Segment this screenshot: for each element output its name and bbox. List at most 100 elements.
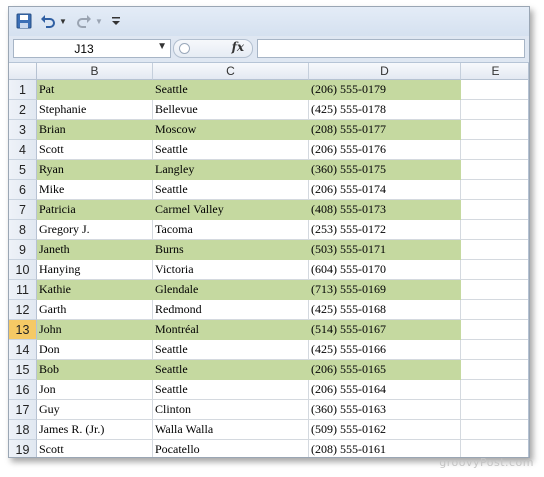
cell-c[interactable]: Glendale (153, 280, 309, 300)
cell-b[interactable]: Don (37, 340, 153, 360)
cell-c[interactable]: Redmond (153, 300, 309, 320)
cell-e[interactable] (461, 320, 529, 340)
cell-c[interactable]: Carmel Valley (153, 200, 309, 220)
row-header[interactable]: 3 (9, 120, 37, 140)
row-header[interactable]: 2 (9, 100, 37, 120)
cell-e[interactable] (461, 360, 529, 380)
cell-d[interactable]: (206) 555-0179 (309, 80, 461, 100)
row-header[interactable]: 6 (9, 180, 37, 200)
cell-c[interactable]: Seattle (153, 380, 309, 400)
select-all-corner[interactable] (9, 63, 37, 80)
cell-b[interactable]: James R. (Jr.) (37, 420, 153, 440)
cell-e[interactable] (461, 300, 529, 320)
cell-d[interactable]: (604) 555-0170 (309, 260, 461, 280)
cell-e[interactable] (461, 140, 529, 160)
column-header-d[interactable]: D (309, 63, 461, 80)
cell-c[interactable]: Victoria (153, 260, 309, 280)
row-header[interactable]: 11 (9, 280, 37, 300)
row-header[interactable]: 10 (9, 260, 37, 280)
cell-d[interactable]: (360) 555-0175 (309, 160, 461, 180)
cell-d[interactable]: (425) 555-0178 (309, 100, 461, 120)
cell-b[interactable]: Jon (37, 380, 153, 400)
cell-d[interactable]: (206) 555-0165 (309, 360, 461, 380)
cell-e[interactable] (461, 420, 529, 440)
cell-b[interactable]: Brian (37, 120, 153, 140)
row-header[interactable]: 18 (9, 420, 37, 440)
name-box[interactable]: J13 ▼ (13, 39, 171, 58)
cell-c[interactable]: Seattle (153, 360, 309, 380)
cell-d[interactable]: (503) 555-0171 (309, 240, 461, 260)
cell-e[interactable] (461, 120, 529, 140)
cell-d[interactable]: (208) 555-0177 (309, 120, 461, 140)
resize-handle-icon[interactable] (179, 43, 190, 54)
row-header[interactable]: 13 (9, 320, 37, 340)
row-header[interactable]: 16 (9, 380, 37, 400)
row-header[interactable]: 8 (9, 220, 37, 240)
cell-b[interactable]: John (37, 320, 153, 340)
cell-e[interactable] (461, 340, 529, 360)
cell-b[interactable]: Scott (37, 140, 153, 160)
cell-e[interactable] (461, 200, 529, 220)
cell-e[interactable] (461, 260, 529, 280)
cell-d[interactable]: (408) 555-0173 (309, 200, 461, 220)
cell-c[interactable]: Seattle (153, 80, 309, 100)
cell-e[interactable] (461, 220, 529, 240)
row-header[interactable]: 1 (9, 80, 37, 100)
cell-c[interactable]: Seattle (153, 340, 309, 360)
row-header[interactable]: 17 (9, 400, 37, 420)
row-header[interactable]: 15 (9, 360, 37, 380)
cell-e[interactable] (461, 80, 529, 100)
cell-c[interactable]: Burns (153, 240, 309, 260)
cell-b[interactable]: Scott (37, 440, 153, 457)
cell-d[interactable]: (206) 555-0164 (309, 380, 461, 400)
cell-c[interactable]: Moscow (153, 120, 309, 140)
row-header[interactable]: 14 (9, 340, 37, 360)
formula-input[interactable] (257, 39, 525, 58)
row-header[interactable]: 4 (9, 140, 37, 160)
cell-b[interactable]: Gregory J. (37, 220, 153, 240)
cell-e[interactable] (461, 100, 529, 120)
cell-b[interactable]: Garth (37, 300, 153, 320)
cell-d[interactable]: (713) 555-0169 (309, 280, 461, 300)
column-header-e[interactable]: E (461, 63, 529, 80)
row-header[interactable]: 19 (9, 440, 37, 457)
cell-b[interactable]: Stephanie (37, 100, 153, 120)
cell-c[interactable]: Langley (153, 160, 309, 180)
cell-d[interactable]: (206) 555-0176 (309, 140, 461, 160)
cell-c[interactable]: Walla Walla (153, 420, 309, 440)
cell-b[interactable]: Patricia (37, 200, 153, 220)
cell-d[interactable]: (425) 555-0168 (309, 300, 461, 320)
undo-icon[interactable] (39, 12, 57, 30)
cell-c[interactable]: Tacoma (153, 220, 309, 240)
cell-c[interactable]: Seattle (153, 180, 309, 200)
column-header-b[interactable]: B (37, 63, 153, 80)
insert-function-icon[interactable]: fx (232, 40, 244, 54)
cell-e[interactable] (461, 180, 529, 200)
cell-e[interactable] (461, 400, 529, 420)
row-header[interactable]: 7 (9, 200, 37, 220)
cell-b[interactable]: Hanying (37, 260, 153, 280)
cell-c[interactable]: Clinton (153, 400, 309, 420)
cell-e[interactable] (461, 240, 529, 260)
cell-b[interactable]: Guy (37, 400, 153, 420)
cell-d[interactable]: (206) 555-0174 (309, 180, 461, 200)
cell-e[interactable] (461, 380, 529, 400)
cell-d[interactable]: (360) 555-0163 (309, 400, 461, 420)
cell-b[interactable]: Bob (37, 360, 153, 380)
row-header[interactable]: 9 (9, 240, 37, 260)
row-header[interactable]: 12 (9, 300, 37, 320)
cell-b[interactable]: Pat (37, 80, 153, 100)
cell-d[interactable]: (208) 555-0161 (309, 440, 461, 457)
cell-d[interactable]: (425) 555-0166 (309, 340, 461, 360)
cell-c[interactable]: Pocatello (153, 440, 309, 457)
customize-qat-icon[interactable] (109, 12, 123, 30)
cell-c[interactable]: Seattle (153, 140, 309, 160)
cell-d[interactable]: (253) 555-0172 (309, 220, 461, 240)
row-header[interactable]: 5 (9, 160, 37, 180)
cell-e[interactable] (461, 160, 529, 180)
cell-b[interactable]: Janeth (37, 240, 153, 260)
column-header-c[interactable]: C (153, 63, 309, 80)
cell-e[interactable] (461, 280, 529, 300)
name-box-dropdown-icon[interactable]: ▼ (157, 41, 167, 52)
cell-c[interactable]: Bellevue (153, 100, 309, 120)
